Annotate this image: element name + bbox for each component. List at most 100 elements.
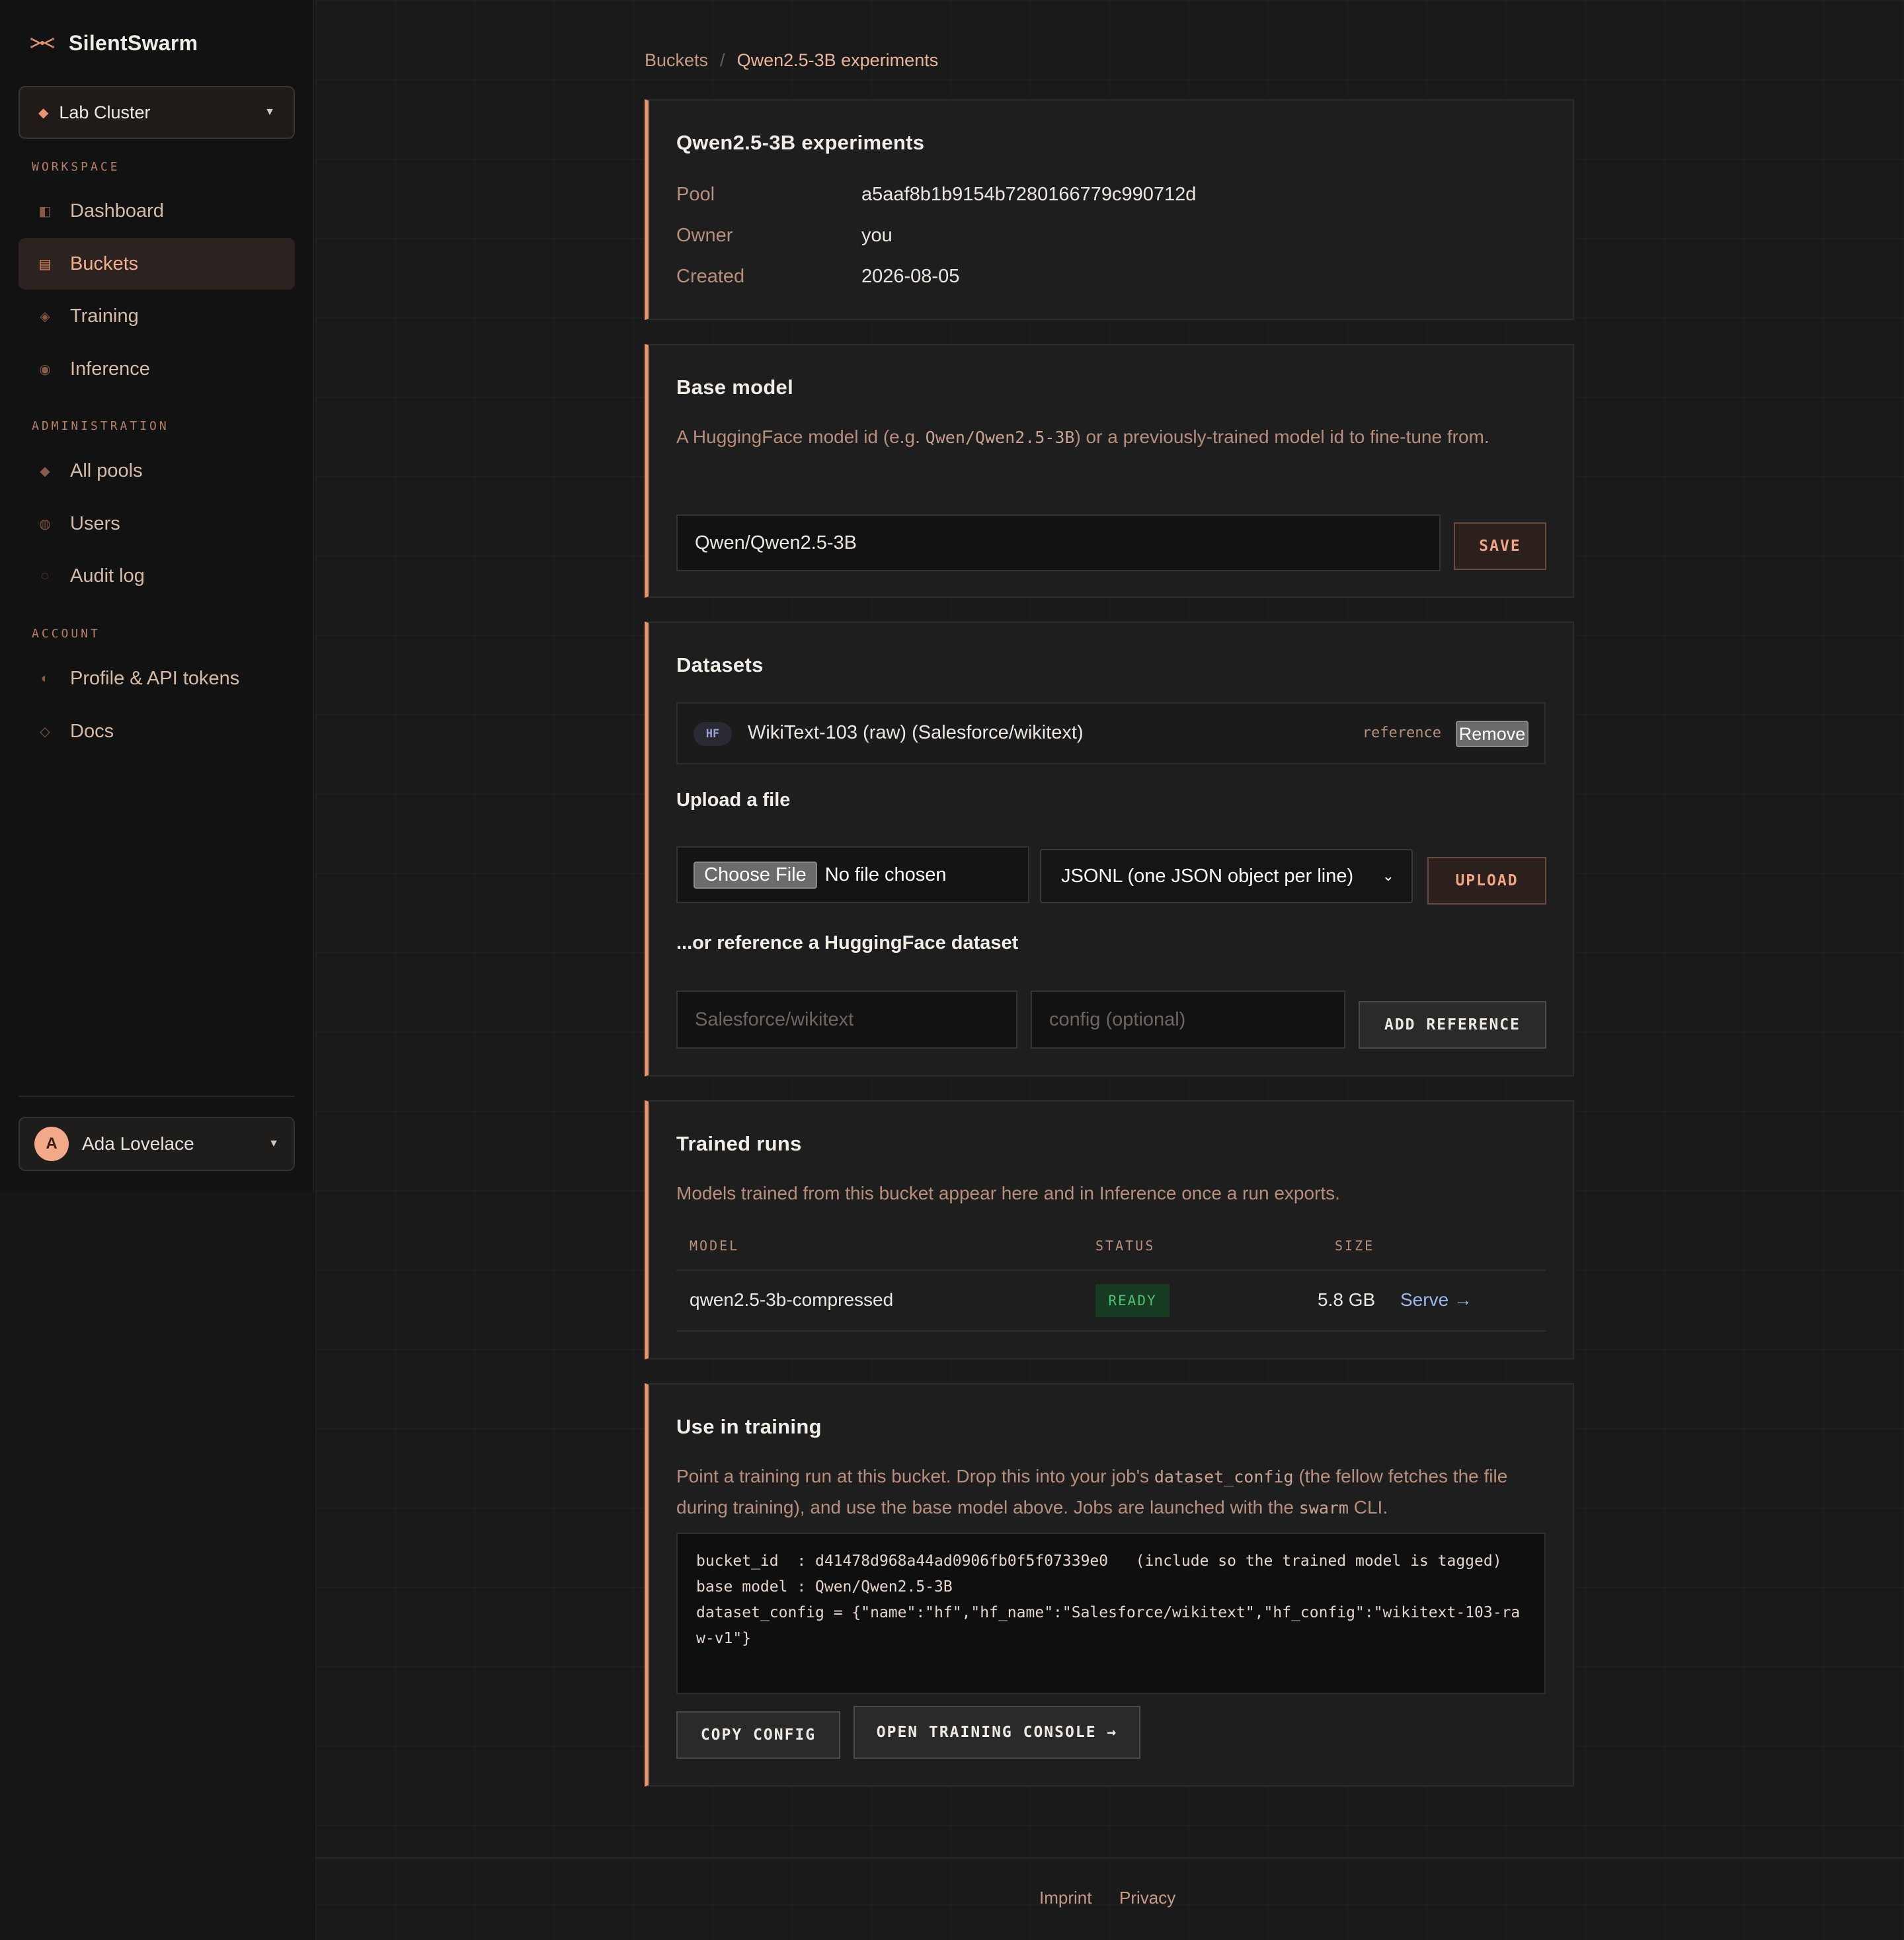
model-size: 5.8 GB [1318,1289,1376,1310]
base-model-input[interactable]: Qwen/Qwen2.5-3B [676,514,1441,571]
serve-link[interactable]: Serve → [1400,1289,1472,1311]
brand[interactable]: SilentSwarm [29,26,198,60]
desc-text: A HuggingFace model id (e.g. [676,426,926,447]
hf-badge: HF [694,722,732,746]
base-model-title: Base model [676,376,794,399]
created-value: 2026-08-05 [861,266,960,287]
column-header-size: SIZE [1335,1238,1375,1254]
sidebar-item-label: Inference [70,358,150,380]
sidebar-item-label: Profile & API tokens [70,667,240,689]
format-selected: JSONL (one JSON object per line) [1061,865,1354,887]
base-model-card: Base model A HuggingFace model id (e.g. … [645,344,1574,598]
add-reference-button[interactable]: ADD REFERENCE [1359,1001,1546,1049]
choose-file-button[interactable]: Choose File [694,861,817,889]
desc-text: CLI. [1348,1497,1388,1517]
footer-privacy-link[interactable]: Privacy [1119,1888,1175,1908]
footer-divider [315,1857,1904,1859]
sidebar-item-training[interactable]: ◈ Training [19,290,295,342]
sidebar-item-label: Training [70,305,139,327]
bucket-info-card: Qwen2.5-3B experiments Pool a5aaf8b1b915… [645,99,1574,320]
sidebar-item-docs[interactable]: ◇ Docs [19,706,295,757]
cluster-diamond-icon: ◆ [38,105,49,120]
nav-section-account: ACCOUNT [32,627,100,641]
desc-code: Qwen/Qwen2.5-3B [925,428,1075,447]
pool-label: Pool [676,184,715,205]
pools-icon: ◆ [40,464,50,479]
sidebar-item-profile[interactable]: ◐ Profile & API tokens [19,653,295,704]
dashboard-icon: ◧ [38,204,52,219]
format-select[interactable]: JSONL (one JSON object per line) ⌄ [1040,849,1413,903]
owner-label: Owner [676,225,733,246]
users-icon: ◍ [39,516,51,532]
sidebar-divider [19,1096,295,1097]
remove-dataset-button[interactable]: Remove [1456,721,1528,747]
dataset-kind: reference [1362,725,1441,741]
sidebar-item-dashboard[interactable]: ◧ Dashboard [19,185,295,237]
copy-config-button[interactable]: COPY CONFIG [676,1711,840,1759]
avatar: A [34,1127,69,1161]
desc-text: Point a training run at this bucket. Dro… [676,1466,1154,1486]
trained-runs-card: Trained runs Models trained from this bu… [645,1100,1574,1359]
breadcrumb-separator: / [720,50,725,70]
desc-code: dataset_config [1154,1467,1294,1486]
reference-title: ...or reference a HuggingFace dataset [676,932,1019,953]
cluster-selector[interactable]: ◆ Lab Cluster ▼ [19,86,295,139]
sidebar-item-users[interactable]: ◍ Users [19,498,295,549]
trained-runs-description: Models trained from this bucket appear h… [676,1183,1340,1203]
save-button[interactable]: SAVE [1454,522,1546,570]
footer-imprint-link[interactable]: Imprint [1039,1888,1091,1908]
use-in-training-description: Point a training run at this bucket. Dro… [676,1461,1536,1523]
breadcrumb: Buckets / Qwen2.5-3B experiments [645,50,938,71]
audit-icon: ◌ [41,568,49,583]
user-menu[interactable]: A Ada Lovelace ▼ [19,1117,295,1171]
sidebar-item-label: Docs [70,720,114,742]
open-training-console-button[interactable]: OPEN TRAINING CONSOLE → [853,1706,1140,1759]
cluster-label: Lab Cluster [59,102,151,122]
sidebar-item-all-pools[interactable]: ◆ All pools [19,445,295,497]
column-header-status: STATUS [1095,1238,1156,1254]
sidebar-item-label: Dashboard [70,200,164,222]
sidebar-item-buckets[interactable]: ▤ Buckets [19,238,295,290]
base-model-description: A HuggingFace model id (e.g. Qwen/Qwen2.… [676,422,1536,453]
upload-title: Upload a file [676,789,791,811]
dataset-name: WikiText-103 (raw) (Salesforce/wikitext) [748,722,1084,743]
datasets-card: Datasets HF WikiText-103 (raw) (Salesfor… [645,622,1574,1076]
table-divider [676,1270,1546,1271]
chevron-down-icon: ⌄ [1382,868,1394,884]
list-item: HF WikiText-103 (raw) (Salesforce/wikite… [676,702,1546,764]
training-icon: ◈ [40,309,50,324]
profile-icon: ◐ [40,670,50,686]
trained-runs-title: Trained runs [676,1132,802,1155]
hf-name-input[interactable]: Salesforce/wikitext [676,990,1017,1049]
docs-icon: ◇ [40,724,50,739]
desc-code: swarm [1298,1498,1349,1517]
datasets-title: Datasets [676,653,764,676]
pool-value: a5aaf8b1b9154b7280166779c990712d [861,184,1197,205]
table-divider [676,1330,1546,1332]
chevron-down-icon: ▼ [268,1138,279,1149]
model-name: qwen2.5-3b-compressed [690,1289,894,1310]
sidebar-item-inference[interactable]: ◉ Inference [19,343,295,395]
swarm-icon [30,38,54,48]
desc-text: ) or a previously-trained model id to fi… [1074,426,1489,447]
created-label: Created [676,266,745,287]
file-status: No file chosen [824,864,947,885]
sidebar-item-label: Audit log [70,565,145,586]
inference-icon: ◉ [39,362,51,377]
upload-button[interactable]: UPLOAD [1427,857,1546,905]
breadcrumb-current: Qwen2.5-3B experiments [736,50,939,70]
user-name: Ada Lovelace [82,1133,194,1154]
sidebar-item-label: Buckets [70,253,139,274]
column-header-model: MODEL [690,1238,740,1254]
chevron-down-icon: ▼ [264,106,275,118]
buckets-icon: ▤ [38,257,52,272]
hf-config-input[interactable]: config (optional) [1031,990,1345,1049]
config-code-block: bucket_id : d41478d968a44ad0906fb0f5f073… [676,1533,1546,1694]
use-in-training-title: Use in training [676,1415,822,1438]
nav-section-workspace: WORKSPACE [32,160,120,174]
sidebar-item-audit-log[interactable]: ◌ Audit log [19,550,295,602]
file-input[interactable]: Choose File No file chosen [676,846,1029,903]
main-content: Buckets / Qwen2.5-3B experiments Qwen2.5… [315,0,1904,1940]
breadcrumb-buckets-link[interactable]: Buckets [645,50,708,71]
nav-section-administration: ADMINISTRATION [32,419,169,433]
